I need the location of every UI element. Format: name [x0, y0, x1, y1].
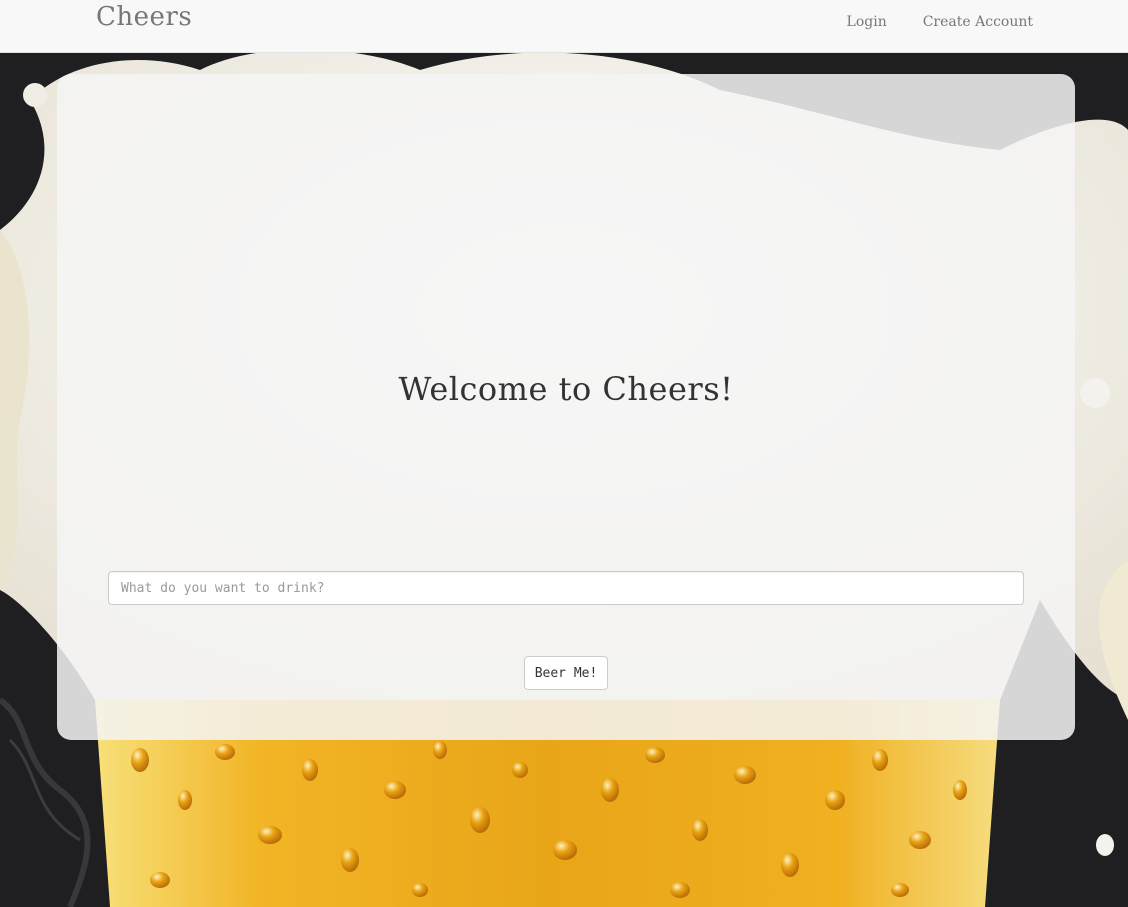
- search-panel: Welcome to Cheers! Beer Me!: [57, 74, 1075, 740]
- create-account-link[interactable]: Create Account: [923, 14, 1033, 30]
- search-input[interactable]: [108, 571, 1024, 605]
- login-link[interactable]: Login: [847, 14, 887, 30]
- beer-me-button[interactable]: Beer Me!: [524, 656, 608, 690]
- page-title: Welcome to Cheers!: [398, 370, 734, 408]
- nav-links: Login Create Account: [847, 14, 1033, 30]
- brand-logo[interactable]: Cheers: [96, 2, 192, 32]
- top-navbar: Cheers Login Create Account: [0, 0, 1128, 53]
